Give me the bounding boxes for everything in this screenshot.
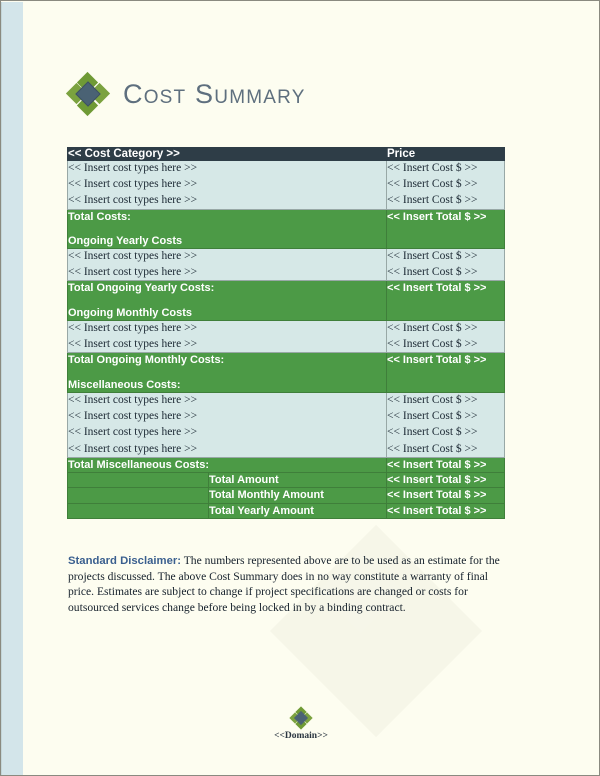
cost-item-price[interactable]: << Insert Cost $ >> <box>387 393 504 408</box>
grand-total-label-cell: Total Yearly Amount <box>207 502 388 519</box>
table-header-row: << Cost Category >> Price <box>66 147 506 161</box>
cost-item-label[interactable]: << Insert cost types here >> <box>68 265 386 280</box>
cost-item-label[interactable]: << Insert cost types here >> <box>68 161 386 176</box>
section-total-row: Total Ongoing Yearly Costs: Ongoing Month… <box>66 280 506 322</box>
cost-items-labels-cell[interactable]: << Insert cost types here >> << Insert co… <box>66 160 388 210</box>
section-total-label-cell: Total Miscellaneous Costs: <box>66 456 388 473</box>
grand-total-price-cell[interactable]: << Insert Total $ >> <box>386 471 506 489</box>
cost-items-labels-cell[interactable]: << Insert cost types here >> << Insert co… <box>66 391 388 458</box>
document-page: Cost Summary << Cost Category >> Price <… <box>0 0 600 776</box>
cost-item-price[interactable]: << Insert Cost $ >> <box>387 425 504 440</box>
cost-item-label[interactable]: << Insert cost types here >> <box>68 249 386 264</box>
cost-items-row: << Insert cost types here >> << Insert co… <box>66 248 506 282</box>
section-total-label-cell: Total Costs: Ongoing Yearly Costs <box>66 208 388 250</box>
grand-total-label: Total Amount <box>209 473 279 486</box>
cost-items-row: << Insert cost types here >> << Insert co… <box>66 391 506 458</box>
cost-item-label[interactable]: << Insert cost types here >> <box>68 393 386 408</box>
section-total-price-cell[interactable]: << Insert Total $ >> <box>386 280 506 322</box>
cost-items-labels-cell[interactable]: << Insert cost types here >> << Insert co… <box>66 320 388 354</box>
page-left-decorative-band <box>2 2 23 775</box>
next-section-heading: Ongoing Monthly Costs <box>68 306 193 319</box>
cost-items-prices-cell[interactable]: << Insert Cost $ >> << Insert Cost $ >> <<… <box>386 391 506 458</box>
cost-item-price[interactable]: << Insert Cost $ >> <box>387 337 504 352</box>
diamond-logo-icon <box>65 71 111 117</box>
cost-item-price[interactable]: << Insert Cost $ >> <box>387 177 504 192</box>
section-total-price[interactable]: << Insert Total $ >> <box>387 210 504 224</box>
grand-total-spacer-cell <box>67 471 209 489</box>
cost-items-row: << Insert cost types here >> << Insert co… <box>66 160 506 210</box>
cost-item-price[interactable]: << Insert Cost $ >> <box>387 161 504 176</box>
section-total-label: Total Ongoing Monthly Costs: <box>68 354 225 367</box>
cost-item-price[interactable]: << Insert Cost $ >> <box>387 249 504 264</box>
grand-total-row: Total Monthly Amount << Insert Total $ >> <box>67 487 506 504</box>
document-header: Cost Summary <box>65 69 306 119</box>
column-header-price: Price <box>386 147 506 161</box>
cost-item-label[interactable]: << Insert cost types here >> <box>68 442 386 457</box>
grand-total-price[interactable]: << Insert Total $ >> <box>387 504 504 518</box>
grand-total-price[interactable]: << Insert Total $ >> <box>387 473 504 487</box>
grand-total-spacer-cell <box>67 487 209 504</box>
cost-item-price[interactable]: << Insert Cost $ >> <box>387 321 504 336</box>
cost-items-prices-cell[interactable]: << Insert Cost $ >> << Insert Cost $ >> <box>386 248 506 282</box>
standard-disclaimer: Standard Disclaimer: The numbers represe… <box>68 553 513 615</box>
cost-item-price[interactable]: << Insert Cost $ >> <box>387 265 504 280</box>
cost-item-label[interactable]: << Insert cost types here >> <box>68 409 386 424</box>
section-total-price[interactable]: << Insert Total $ >> <box>387 353 504 367</box>
page-footer: <<Domain>> <box>1 706 599 741</box>
footer-diamond-logo-icon <box>289 706 313 730</box>
cost-items-prices-cell[interactable]: << Insert Cost $ >> << Insert Cost $ >> <<… <box>386 160 506 210</box>
section-total-label: Total Ongoing Yearly Costs: <box>68 282 215 295</box>
section-total-row: Total Miscellaneous Costs: << Insert Tota… <box>66 456 506 473</box>
section-total-label-cell: Total Ongoing Monthly Costs: Miscellaneou… <box>66 352 388 393</box>
column-header-cost-category: << Cost Category >> <box>66 147 388 161</box>
grand-total-row: Total Yearly Amount << Insert Total $ >> <box>67 502 506 519</box>
grand-total-label-cell: Total Monthly Amount <box>207 487 388 504</box>
cost-items-row: << Insert cost types here >> << Insert co… <box>66 320 506 354</box>
cost-item-label[interactable]: << Insert cost types here >> <box>68 337 386 352</box>
next-section-heading: Miscellaneous Costs: <box>68 378 181 391</box>
grand-total-label-cell: Total Amount <box>207 471 388 489</box>
section-total-label-cell: Total Ongoing Yearly Costs: Ongoing Month… <box>66 280 388 322</box>
cost-items-labels-cell[interactable]: << Insert cost types here >> << Insert co… <box>66 248 388 282</box>
page-title: Cost Summary <box>123 78 306 109</box>
cost-item-label[interactable]: << Insert cost types here >> <box>68 177 386 192</box>
section-total-label: Total Costs: <box>68 210 131 223</box>
cost-item-label[interactable]: << Insert cost types here >> <box>68 193 386 208</box>
table-body: << Insert cost types here >> << Insert co… <box>66 160 506 519</box>
grand-total-price[interactable]: << Insert Total $ >> <box>387 488 504 502</box>
section-total-label: Total Miscellaneous Costs: <box>68 458 209 471</box>
grand-total-spacer-cell <box>67 502 209 519</box>
section-total-price[interactable]: << Insert Total $ >> <box>387 458 504 472</box>
cost-items-prices-cell[interactable]: << Insert Cost $ >> << Insert Cost $ >> <box>386 320 506 354</box>
grand-total-label: Total Yearly Amount <box>209 504 314 517</box>
disclaimer-label: Standard Disclaimer: <box>68 555 182 567</box>
section-total-row: Total Costs: Ongoing Yearly Costs << Inser… <box>66 208 506 250</box>
cost-item-price[interactable]: << Insert Cost $ >> <box>387 442 504 457</box>
section-total-price[interactable]: << Insert Total $ >> <box>387 281 504 295</box>
grand-total-row: Total Amount << Insert Total $ >> <box>67 471 506 489</box>
footer-domain-text: <<Domain>> <box>274 731 328 741</box>
grand-total-label: Total Monthly Amount <box>209 489 324 502</box>
section-total-row: Total Ongoing Monthly Costs: Miscellaneou… <box>66 352 506 393</box>
grand-total-price-cell[interactable]: << Insert Total $ >> <box>386 487 506 504</box>
section-total-price-cell[interactable]: << Insert Total $ >> <box>386 208 506 250</box>
cost-item-price[interactable]: << Insert Cost $ >> <box>387 193 504 208</box>
next-section-heading: Ongoing Yearly Costs <box>68 234 183 247</box>
cost-item-label[interactable]: << Insert cost types here >> <box>68 425 386 440</box>
grand-total-price-cell[interactable]: << Insert Total $ >> <box>386 502 506 519</box>
cost-summary-table: << Cost Category >> Price << Insert cost… <box>66 147 506 519</box>
section-total-price-cell[interactable]: << Insert Total $ >> <box>386 352 506 393</box>
cost-item-price[interactable]: << Insert Cost $ >> <box>387 409 504 424</box>
cost-item-label[interactable]: << Insert cost types here >> <box>68 321 386 336</box>
section-total-price-cell[interactable]: << Insert Total $ >> <box>386 456 506 473</box>
